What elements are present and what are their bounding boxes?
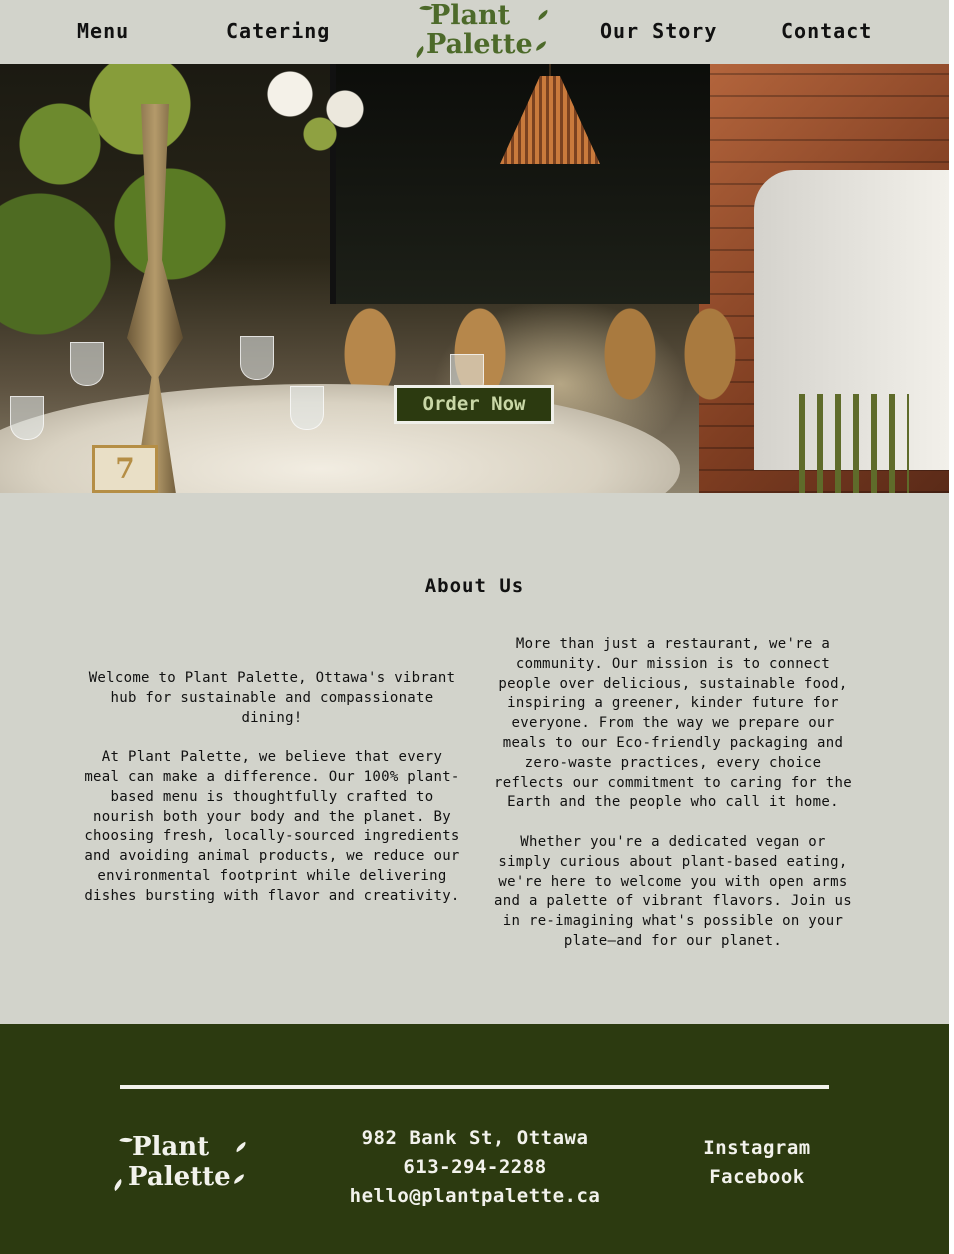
nav-link-menu[interactable]: Menu (77, 19, 129, 43)
green-chair (799, 394, 909, 493)
order-now-button[interactable]: Order Now (394, 385, 554, 424)
instagram-link[interactable]: Instagram (672, 1134, 842, 1163)
leaf-icon (533, 41, 548, 51)
about-title: About Us (424, 575, 525, 597)
about-belief-text: At Plant Palette, we believe that every … (84, 749, 460, 904)
footer: Plant Palette 982 Bank St, Ottawa 613-29… (0, 1024, 949, 1254)
table-number-card: 7 (92, 445, 158, 493)
social-links: Instagram Facebook (672, 1134, 842, 1192)
address-text: 982 Bank St, Ottawa (361, 1127, 589, 1149)
phone-link[interactable]: 613-294-2288 (300, 1153, 650, 1182)
footer-divider (120, 1085, 829, 1089)
nav-link-catering[interactable]: Catering (226, 19, 330, 43)
logo-line-2: Palette (413, 29, 548, 60)
top-nav: Menu Catering Plant Palette Our Story Co… (0, 0, 949, 64)
logo-text-palette: Palette (128, 1162, 231, 1192)
email-link[interactable]: hello@plantpalette.ca (300, 1182, 650, 1211)
leaf-icon (111, 1178, 125, 1192)
white-flowers (250, 64, 400, 154)
about-welcome-all-text: Whether you're a dedicated vegan or simp… (494, 833, 852, 949)
nav-link-our-story[interactable]: Our Story (600, 19, 717, 43)
wine-glass (10, 396, 44, 440)
about-welcome-text: Welcome to Plant Palette, Ottawa's vibra… (88, 670, 456, 726)
scrollbar-gutter (949, 0, 954, 1254)
logo-text-plant: Plant (430, 0, 511, 31)
logo-text-plant: Plant (132, 1132, 210, 1162)
facebook-link[interactable]: Facebook (672, 1163, 842, 1192)
logo-text-palette: Palette (426, 29, 533, 60)
leaf-icon (535, 9, 550, 21)
footer-logo[interactable]: Plant Palette (111, 1132, 248, 1192)
about-community-text: More than just a restaurant, we're a com… (494, 636, 852, 811)
leaf-icon (413, 45, 427, 59)
nav-link-contact[interactable]: Contact (781, 19, 872, 43)
hero-image: 7 (0, 64, 949, 493)
lamp-shade (500, 76, 600, 164)
brand-logo[interactable]: Plant Palette (413, 0, 550, 60)
pendant-lamp (500, 64, 600, 164)
wine-glass (290, 386, 324, 430)
contact-info: 982 Bank St, Ottawa 613-294-2288 hello@p… (300, 1124, 650, 1211)
about-left-column: Welcome to Plant Palette, Ottawa's vibra… (84, 669, 460, 907)
logo-line-2: Palette (111, 1162, 246, 1192)
leaf-icon (233, 1141, 248, 1153)
greenery (0, 64, 230, 404)
lamp-cord (549, 64, 551, 76)
leaf-icon (232, 1174, 246, 1184)
about-right-column: More than just a restaurant, we're a com… (490, 635, 856, 952)
leaf-icon (119, 1135, 133, 1145)
about-section: About Us Welcome to Plant Palette, Ottaw… (0, 493, 949, 1024)
wine-glass (70, 342, 104, 386)
logo-line-1: Plant (119, 1132, 248, 1162)
wine-glass (240, 336, 274, 380)
logo-line-1: Plant (419, 0, 550, 31)
page: Menu Catering Plant Palette Our Story Co… (0, 0, 949, 1254)
